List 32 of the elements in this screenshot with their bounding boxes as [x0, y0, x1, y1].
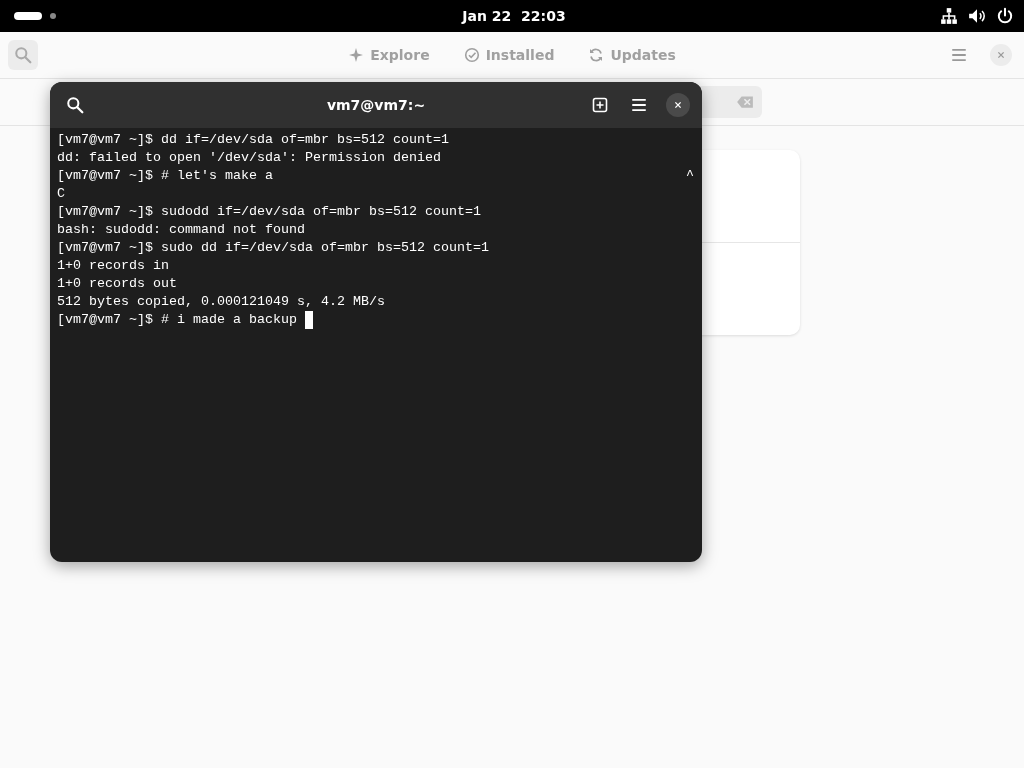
terminal-line: bash: sudodd: command not found [57, 221, 305, 239]
activities-indicator[interactable] [14, 12, 42, 20]
terminal-line: 1+0 records in [57, 257, 169, 275]
menu-icon [630, 96, 648, 114]
menu-icon[interactable] [950, 46, 968, 64]
close-button[interactable] [666, 93, 690, 117]
terminal-line: C [57, 185, 65, 203]
window-title: vm7@vm7:~ [326, 97, 426, 113]
refresh-icon [588, 47, 605, 63]
terminal-line: [vm7@vm7 ~]$ # i made a backup [57, 311, 313, 329]
check-circle-icon [463, 47, 480, 63]
search-icon [66, 96, 84, 114]
volume-icon[interactable] [968, 7, 986, 25]
network-icon[interactable] [940, 7, 958, 25]
tab[interactable]: Explore [340, 41, 438, 69]
tab[interactable]: Installed [455, 41, 563, 69]
clock[interactable]: Jan 22 22:03 [462, 8, 566, 24]
power-icon[interactable] [996, 7, 1014, 25]
terminal-line: [vm7@vm7 ~]$ sudodd if=/dev/sda of=mbr bs=512 count=1 [57, 203, 481, 221]
scroll-marker: ^ [686, 167, 694, 185]
terminal-line: [vm7@vm7 ~]$ # let's make a [57, 167, 273, 185]
terminal-line: dd: failed to open '/dev/sda': Permission denied [57, 149, 441, 167]
terminal-line: 512 bytes copied, 0.000121049 s, 4.2 MB/s [57, 293, 385, 311]
tab[interactable]: Updates [580, 41, 684, 69]
close-icon [995, 49, 1007, 61]
terminal-line: [vm7@vm7 ~]$ dd if=/dev/sda of=mbr bs=512 count=1 [57, 131, 449, 149]
terminal-line: 1+0 records out [57, 275, 177, 293]
terminal-line: [vm7@vm7 ~]$ sudo dd if=/dev/sda of=mbr bs=512 count=1 [57, 239, 489, 257]
workspace-dot[interactable] [50, 13, 56, 19]
search-icon [14, 46, 32, 64]
close-icon [672, 99, 684, 111]
plus-square-icon [592, 97, 608, 113]
